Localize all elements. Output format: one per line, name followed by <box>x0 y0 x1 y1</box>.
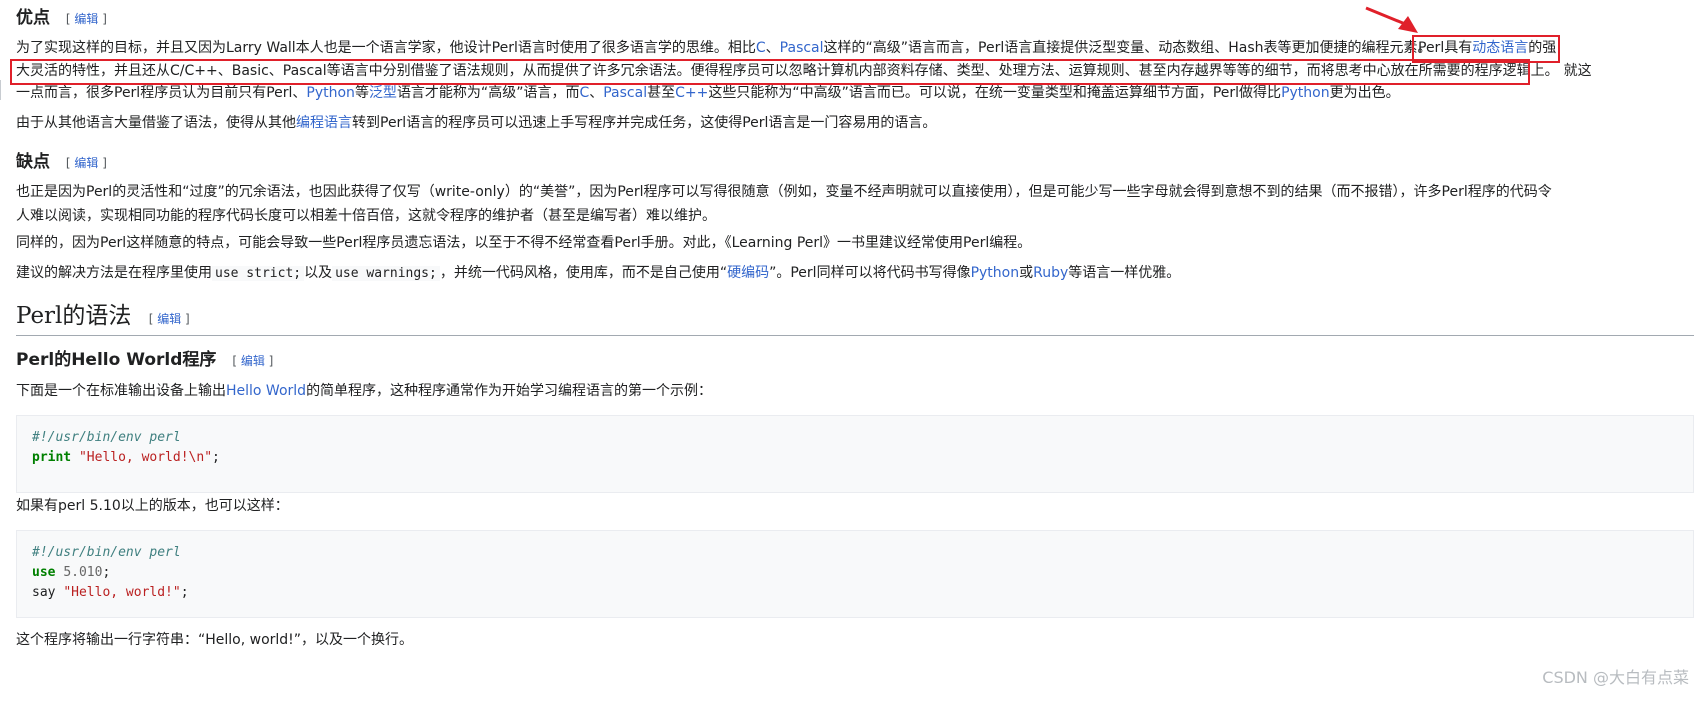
page-edge-marker <box>0 80 5 100</box>
code-string: "Hello, world!\n" <box>78 450 213 465</box>
link-pascal[interactable]: Pascal <box>780 40 824 56</box>
edit-link-wrapper: [ 编辑 ] <box>65 156 107 170</box>
code-shebang: #!/usr/bin/env perl <box>32 545 181 560</box>
link-dynamic-language[interactable]: 动态语言 <box>1472 40 1528 56</box>
section-heading-hello-world: Perl的Hello World程序 [ 编辑 ] <box>16 348 273 373</box>
cons-paragraph-3: 建议的解决方法是在程序里使用 use strict; 以及 use warnings;… <box>16 265 1181 281</box>
code-block-2: #!/usr/bin/env perl use 5.010; say "Hell… <box>16 530 1694 618</box>
inline-code-use-warnings: use warnings; <box>332 266 440 281</box>
code-keyword-use: use <box>32 565 56 580</box>
link-python[interactable]: Python <box>306 85 355 101</box>
link-c-2[interactable]: C <box>579 85 589 101</box>
link-generic[interactable]: 泛型 <box>369 85 397 101</box>
section-title: 缺点 <box>16 152 50 172</box>
pros-paragraph-2: 由于从其他语言大量借鉴了语法，使得从其他编程语言转到Perl语言的程序员可以迅速… <box>16 115 937 131</box>
edit-link[interactable]: 编辑 <box>241 354 265 368</box>
edit-link[interactable]: 编辑 <box>157 312 181 326</box>
inline-code-use-strict: use strict; <box>212 266 305 281</box>
edit-link[interactable]: 编辑 <box>74 156 98 170</box>
section-heading-pros: 优点 [ 编辑 ] <box>16 6 107 31</box>
highlight-text-start: Perl具有动态语言的强 <box>1418 40 1557 56</box>
code-say: say <box>32 585 56 600</box>
code-string: "Hello, world!" <box>63 585 181 600</box>
pros-paragraph-1: 为了实现这样的目标，并且又因为Larry Wall本人也是一个语言学家，他设计P… <box>16 37 1556 61</box>
watermark: CSDN @大白有点菜 <box>1542 668 1689 687</box>
hello-outro: 这个程序将输出一行字符串：“Hello, world!”，以及一个换行。 <box>16 632 414 648</box>
edit-link-wrapper: [ 编辑 ] <box>232 354 274 368</box>
link-pascal-2[interactable]: Pascal <box>603 85 647 101</box>
cons-paragraph-2: 同样的，因为Perl这样随意的特点，可能会导致一些Perl程序员遗忘语法，以至于… <box>16 235 1032 251</box>
section-heading-syntax: Perl的语法 [ 编辑 ] <box>16 302 1694 336</box>
section-heading-cons: 缺点 [ 编辑 ] <box>16 150 107 175</box>
cons-paragraph-1: 也正是因为Perl的灵活性和“过度”的冗余语法，也因此获得了仅写（write-o… <box>16 184 1552 224</box>
pros-paragraph-1-line2: 大灵活的特性，并且还从C/C++、Basic、Pascal等语言中分别借鉴了语法… <box>16 63 1592 79</box>
link-hello-world[interactable]: Hello World <box>226 383 306 399</box>
hello-intro: 下面是一个在标准输出设备上输出Hello World的简单程序，这种程序通常作为… <box>16 383 713 399</box>
code-block-1: #!/usr/bin/env perl print "Hello, world!… <box>16 415 1694 493</box>
code-keyword-print: print <box>32 450 72 465</box>
link-hard-coding[interactable]: 硬编码 <box>727 265 769 281</box>
hello-mid-text: 如果有perl 5.10以上的版本，也可以这样： <box>16 498 289 514</box>
annotation-arrow-icon <box>1365 6 1418 33</box>
section-title: Perl的Hello World程序 <box>16 350 217 370</box>
code-version: 5.010 <box>63 565 103 580</box>
link-ruby[interactable]: Ruby <box>1033 265 1068 281</box>
edit-link-wrapper: [ 编辑 ] <box>65 12 107 26</box>
edit-link[interactable]: 编辑 <box>74 12 98 26</box>
link-programming-language[interactable]: 编程语言 <box>296 115 352 131</box>
code-shebang: #!/usr/bin/env perl <box>32 430 181 445</box>
link-cpp[interactable]: C++ <box>675 85 708 101</box>
edit-link-wrapper: [ 编辑 ] <box>148 312 190 326</box>
pros-paragraph-1-line3: 一点而言，很多Perl程序员认为目前只有Perl、Python等泛型语言才能称为… <box>16 85 1400 101</box>
section-title: Perl的语法 <box>16 303 132 329</box>
link-python-2[interactable]: Python <box>1281 85 1330 101</box>
section-title: 优点 <box>16 8 50 28</box>
link-c[interactable]: C <box>756 40 766 56</box>
link-python-3[interactable]: Python <box>971 265 1020 281</box>
